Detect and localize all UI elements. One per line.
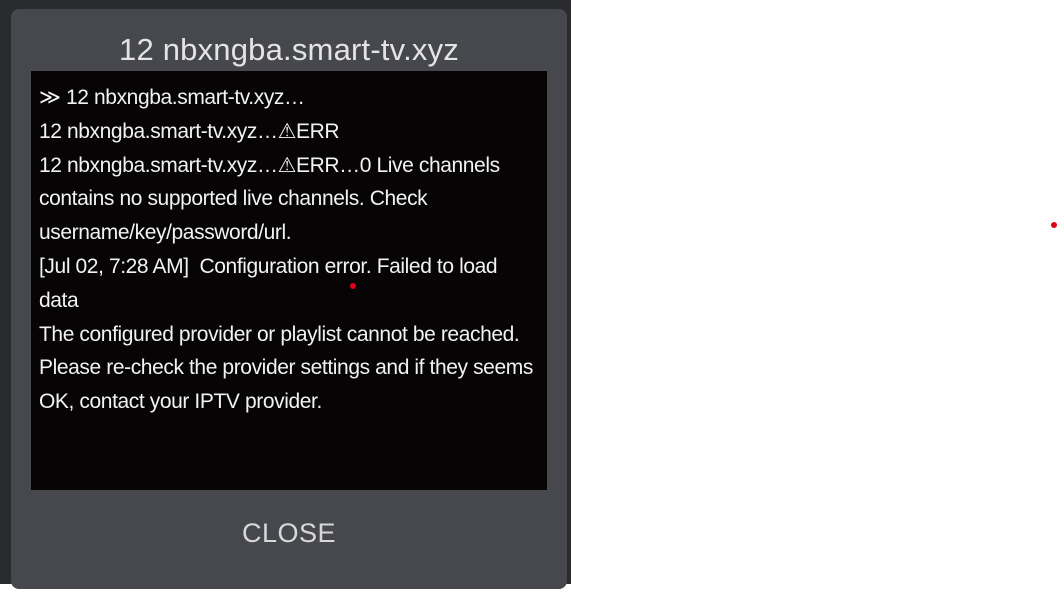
cursor-marker-dot — [350, 283, 356, 289]
close-button[interactable]: CLOSE — [189, 509, 389, 557]
log-line: ≫ 12 nbxngba.smart-tv.xyz… — [39, 86, 305, 109]
log-line: 12 nbxngba.smart-tv.xyz…⚠ERR…0 Live chan… — [39, 153, 500, 177]
log-line: [Jul 02, 7:28 AM] Configuration error. F… — [39, 254, 503, 312]
cursor-marker-dot — [1051, 222, 1057, 228]
dimmed-backdrop: 12 nbxngba.smart-tv.xyz ≫ 12 nbxngba.sma… — [0, 0, 571, 589]
log-output: ≫ 12 nbxngba.smart-tv.xyz… 12 nbxngba.sm… — [31, 71, 547, 490]
log-line: 12 nbxngba.smart-tv.xyz…⚠ERR — [39, 119, 340, 143]
error-dialog: 12 nbxngba.smart-tv.xyz ≫ 12 nbxngba.sma… — [11, 9, 567, 589]
dialog-title: 12 nbxngba.smart-tv.xyz — [119, 32, 459, 67]
log-line: The configured provider or playlist cann… — [39, 322, 539, 414]
log-line: contains no supported live channels. Che… — [39, 187, 433, 245]
